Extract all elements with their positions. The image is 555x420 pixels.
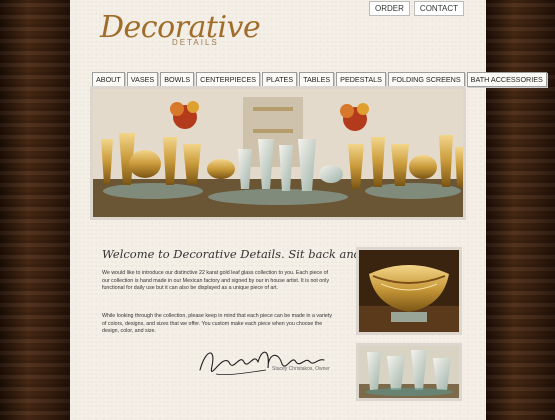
main-nav: ABOUT VASES BOWLS CENTERPIECES PLATES TA… <box>92 72 547 87</box>
order-link[interactable]: ORDER <box>369 1 410 16</box>
glass-vases-photo[interactable] <box>356 343 462 401</box>
wood-background-right <box>486 0 555 420</box>
nav-bath-accessories[interactable]: BATH ACCESSORIES <box>466 72 547 87</box>
contact-link[interactable]: CONTACT <box>413 1 464 16</box>
top-links: ORDER CONTACT <box>369 1 464 16</box>
collection-paragraph: While looking through the collection, pl… <box>102 313 332 335</box>
logo-subtitle: DETAILS <box>172 38 219 47</box>
nav-tables[interactable]: TABLES <box>299 72 335 87</box>
nav-folding-screens[interactable]: FOLDING SCREENS <box>387 72 465 87</box>
nav-bowls[interactable]: BOWLS <box>160 72 195 87</box>
wood-background-left <box>0 0 70 420</box>
page-panel: Decorative DETAILS ORDER CONTACT ABOUT V… <box>70 0 547 420</box>
nav-plates[interactable]: PLATES <box>262 72 298 87</box>
hero-banner <box>90 86 466 220</box>
welcome-heading: Welcome to Decorative Details. Sit back … <box>102 247 399 261</box>
glassware-showroom-image <box>93 89 463 217</box>
signature-caption: Stacey Christakos, Owner <box>272 366 330 372</box>
nav-centerpieces[interactable]: CENTERPIECES <box>196 72 261 87</box>
hero-image <box>93 89 463 217</box>
gold-bowl-photo[interactable] <box>356 247 462 335</box>
nav-vases[interactable]: VASES <box>126 72 159 87</box>
intro-paragraph: We would like to introduce our distincti… <box>102 270 330 292</box>
nav-about[interactable]: ABOUT <box>92 72 125 87</box>
owner-signature-image <box>196 340 346 385</box>
nav-pedestals[interactable]: PEDESTALS <box>336 72 386 87</box>
